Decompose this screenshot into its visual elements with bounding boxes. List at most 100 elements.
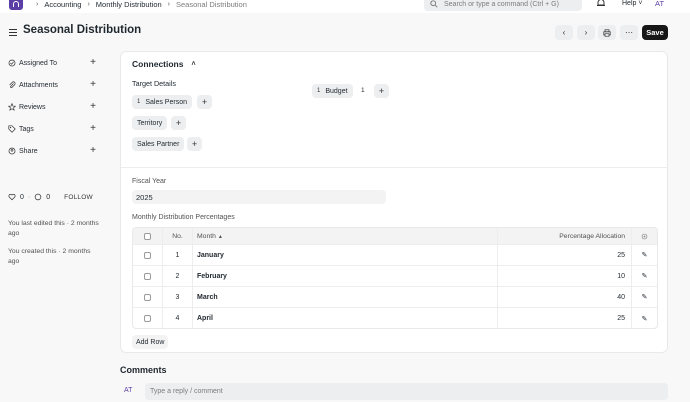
sidebar-item-assigned-to[interactable]: Assigned To +	[8, 57, 96, 69]
chevron-up-icon[interactable]: ˄	[191, 61, 195, 68]
table-row[interactable]: 4 April 25 ✎	[133, 308, 657, 328]
sales-partner-label: Sales Partner	[137, 140, 180, 148]
share-icon	[8, 147, 16, 155]
sales-person-link[interactable]: 1 Sales Person	[132, 95, 192, 109]
row-checkbox[interactable]	[144, 315, 151, 322]
target-details-label: Target Details	[132, 79, 176, 88]
header-month: Month ▴	[192, 228, 497, 244]
comment-avatar: AT	[124, 387, 133, 394]
breadcrumb-accounting[interactable]: Accounting	[44, 0, 81, 9]
sort-arrow-icon: ▴	[218, 233, 222, 240]
edit-icon: ✎	[641, 273, 648, 280]
sidebar-item-tags[interactable]: Tags +	[8, 123, 96, 135]
comment-input[interactable]: Type a reply / comment	[145, 383, 668, 400]
plus-icon[interactable]: +	[90, 101, 96, 113]
app-logo[interactable]	[9, 0, 23, 10]
territory-link[interactable]: Territory	[132, 116, 168, 130]
sales-partner-link[interactable]: Sales Partner	[132, 137, 185, 151]
row-select-cell	[133, 287, 162, 307]
row-edit-cell[interactable]: ✎	[631, 245, 657, 265]
budget-label: Budget	[325, 87, 348, 95]
settings-icon	[641, 233, 648, 239]
add-sales-person-button[interactable]: +	[197, 95, 212, 109]
sidebar-toggle-icon[interactable]	[9, 29, 17, 36]
sidebar-item-label: Share	[19, 147, 38, 155]
printer-icon	[603, 28, 611, 37]
row-month[interactable]: February	[192, 266, 497, 286]
breadcrumb-monthly-distribution[interactable]: Monthly Distribution	[96, 0, 162, 9]
row-no: 3	[162, 287, 192, 307]
sales-person-count: 1	[137, 99, 141, 105]
distribution-table: No. Month ▴ Percentage Allocation 1 Janua…	[132, 227, 658, 329]
page-title: Seasonal Distribution	[23, 24, 142, 36]
follow-button[interactable]: FOLLOW	[64, 194, 93, 201]
sales-person-label: Sales Person	[145, 98, 187, 106]
save-button[interactable]: Save	[642, 25, 668, 40]
paperclip-icon	[8, 81, 16, 89]
plus-icon[interactable]: +	[90, 145, 96, 157]
territory-label: Territory	[137, 119, 163, 127]
header-month-label: Month	[197, 232, 216, 240]
sidebar-item-label: Reviews	[19, 103, 46, 111]
tag-icon	[8, 125, 16, 133]
heart-icon[interactable]	[8, 193, 16, 201]
row-month[interactable]: March	[192, 287, 497, 307]
plus-icon[interactable]: +	[90, 123, 96, 135]
more-icon: ⋯	[625, 28, 633, 37]
table-row[interactable]: 2 February 10 ✎	[133, 266, 657, 287]
add-row-button[interactable]: Add Row	[132, 335, 169, 349]
plus-icon[interactable]: +	[90, 57, 96, 69]
row-edit-cell[interactable]: ✎	[631, 287, 657, 307]
form-card: Connections ˄ Target Details 1 Sales Per…	[120, 51, 668, 353]
add-territory-button[interactable]: +	[171, 116, 186, 130]
table-header-row: No. Month ▴ Percentage Allocation	[133, 228, 657, 245]
row-checkbox[interactable]	[144, 251, 151, 259]
row-edit-cell[interactable]: ✎	[631, 308, 657, 328]
header-no: No.	[162, 228, 192, 244]
row-allocation[interactable]: 25	[497, 245, 631, 265]
plus-icon[interactable]: +	[90, 79, 96, 91]
row-checkbox[interactable]	[144, 293, 151, 301]
plus-icon: +	[175, 118, 182, 128]
sidebar-item-reviews[interactable]: Reviews +	[8, 101, 96, 113]
search-input[interactable]: Search or type a command (Ctrl + G)	[424, 0, 582, 11]
search-icon	[430, 0, 438, 8]
select-all-checkbox[interactable]	[144, 232, 151, 240]
sidebar-item-share[interactable]: Share +	[8, 145, 96, 157]
header-select-cell	[133, 228, 162, 244]
row-edit-cell[interactable]: ✎	[631, 266, 657, 286]
row-checkbox[interactable]	[144, 272, 151, 280]
last-edited-note: You last edited this · 2 months ago	[8, 220, 99, 237]
help-menu[interactable]: Help ˅	[622, 0, 642, 7]
row-select-cell	[133, 245, 162, 265]
chevron-right-icon: ›	[87, 1, 90, 8]
sidebar-item-label: Assigned To	[19, 59, 58, 67]
table-row[interactable]: 3 March 40 ✎	[133, 287, 657, 308]
sidebar-item-label: Attachments	[19, 81, 58, 89]
row-allocation[interactable]: 25	[497, 308, 631, 328]
section-divider	[121, 167, 667, 168]
row-allocation[interactable]: 40	[497, 287, 631, 307]
row-month[interactable]: April	[192, 308, 497, 328]
add-sales-partner-button[interactable]: +	[187, 137, 202, 151]
previous-doc-button[interactable]: ‹	[555, 25, 573, 40]
more-actions-button[interactable]: ⋯	[620, 25, 638, 40]
next-doc-button[interactable]: ›	[577, 25, 595, 40]
separator-dot: ·	[27, 193, 31, 201]
bell-icon[interactable]	[596, 0, 606, 8]
print-button[interactable]	[598, 25, 616, 40]
comment-icon	[35, 193, 42, 201]
header-settings[interactable]	[631, 228, 657, 244]
plus-icon: +	[201, 97, 208, 107]
budget-link[interactable]: 1 Budget	[312, 84, 353, 98]
plus-icon: +	[191, 139, 198, 149]
add-budget-button[interactable]: +	[374, 84, 389, 98]
fiscal-year-field[interactable]: 2025	[132, 190, 386, 204]
table-row[interactable]: 1 January 25 ✎	[133, 245, 657, 266]
connections-section-header[interactable]: Connections ˄	[132, 59, 196, 69]
row-month[interactable]: January	[192, 245, 497, 265]
sidebar-item-attachments[interactable]: Attachments +	[8, 79, 96, 91]
user-avatar[interactable]: AT	[655, 0, 664, 8]
chevron-down-icon: ˅	[638, 0, 643, 7]
row-allocation[interactable]: 10	[497, 266, 631, 286]
